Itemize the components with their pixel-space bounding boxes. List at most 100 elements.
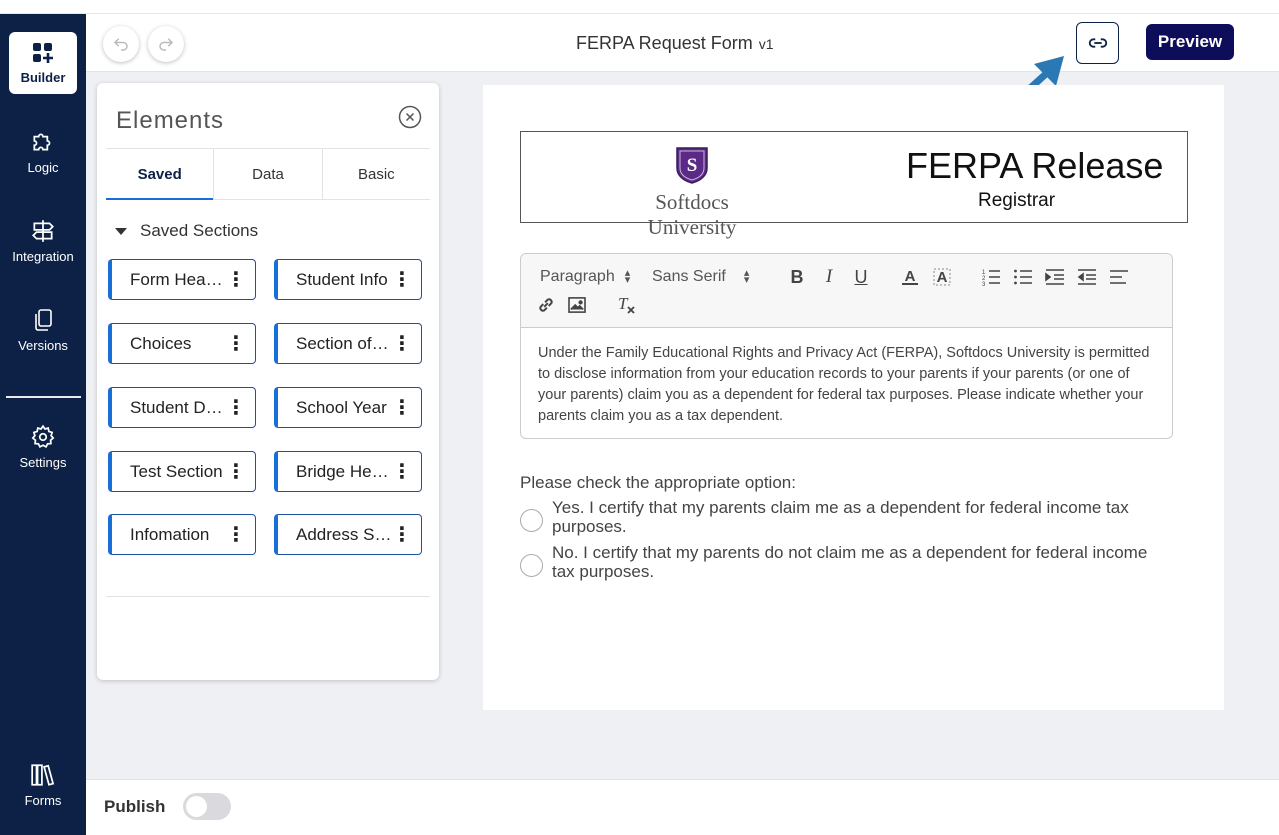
link-icon <box>1088 38 1107 48</box>
rich-text-editor[interactable]: Paragraph ▴ ▾ Sans Serif ▴ ▾ B I U A A 123 <box>520 253 1173 439</box>
chip-label: Infomation <box>130 524 210 544</box>
kebab-menu-icon[interactable]: ⋮ <box>392 398 412 418</box>
close-panel-button[interactable] <box>398 105 422 134</box>
indent-icon <box>1045 269 1064 285</box>
bullet-list-button[interactable] <box>1012 266 1034 288</box>
kebab-menu-icon[interactable]: ⋮ <box>226 398 246 418</box>
insert-image-button[interactable] <box>566 294 588 316</box>
kebab-menu-icon[interactable]: ⋮ <box>226 270 246 290</box>
editor-toolbar: Paragraph ▴ ▾ Sans Serif ▴ ▾ B I U A A 123 <box>521 254 1172 328</box>
sidebar-item-integration[interactable]: Integration <box>9 210 77 272</box>
kebab-menu-icon[interactable]: ⋮ <box>392 270 412 290</box>
kebab-menu-icon[interactable]: ⋮ <box>226 462 246 482</box>
radio-option-no[interactable]: No. I certify that my parents do not cla… <box>520 543 1152 581</box>
saved-section-chip[interactable]: Test Section ⋮ <box>108 451 256 492</box>
saved-section-chip[interactable]: Infomation ⋮ <box>108 514 256 555</box>
sidebar-item-versions[interactable]: Versions <box>9 299 77 361</box>
svg-text:T: T <box>618 295 629 313</box>
svg-text:S: S <box>687 155 698 176</box>
font-color-button[interactable]: A <box>899 266 921 288</box>
form-title-text: FERPA Request Form <box>576 33 753 53</box>
insert-link-button[interactable] <box>535 294 557 316</box>
tab-data[interactable]: Data <box>213 149 321 199</box>
undo-button[interactable] <box>103 26 139 62</box>
indent-button[interactable] <box>1044 266 1066 288</box>
kebab-menu-icon[interactable]: ⋮ <box>392 334 412 354</box>
kebab-menu-icon[interactable]: ⋮ <box>226 334 246 354</box>
publish-label: Publish <box>104 797 166 816</box>
background-color-button[interactable]: A <box>931 266 953 288</box>
bold-button[interactable]: B <box>786 266 808 288</box>
sort-caret-icon: ▴ ▾ <box>624 267 631 286</box>
saved-sections-label: Saved Sections <box>140 221 259 240</box>
copy-link-button[interactable] <box>1076 22 1119 64</box>
sidebar-item-label: Forms <box>24 793 62 808</box>
signpost-icon <box>32 220 54 242</box>
sidebar-item-label: Logic <box>27 160 59 175</box>
saved-section-chip[interactable]: Student Details⋮ <box>108 387 256 428</box>
publish-toggle[interactable] <box>183 793 231 820</box>
sidebar-item-builder[interactable]: Builder <box>9 32 77 94</box>
sidebar-item-logic[interactable]: Logic <box>9 121 77 183</box>
outdent-button[interactable] <box>1076 266 1098 288</box>
saved-section-chip[interactable]: School Year ⋮ <box>274 387 422 428</box>
svg-text:3: 3 <box>982 282 986 287</box>
toggle-knob <box>186 796 207 817</box>
select-value: Sans Serif <box>652 268 726 285</box>
form-subheading: Registrar <box>978 190 1056 211</box>
svg-text:A: A <box>905 268 916 285</box>
italic-button[interactable]: I <box>818 266 840 288</box>
preview-button[interactable]: Preview <box>1146 24 1234 60</box>
university-logo: S Softdocs University <box>611 146 773 240</box>
editor-body-text[interactable]: Under the Family Educational Rights and … <box>538 343 1158 427</box>
kebab-menu-icon[interactable]: ⋮ <box>226 525 246 545</box>
top-strip <box>0 0 1279 14</box>
kebab-menu-icon[interactable]: ⋮ <box>392 462 412 482</box>
align-left-icon <box>1110 270 1128 284</box>
radio-option-label: No. I certify that my parents do not cla… <box>552 543 1148 581</box>
saved-section-chip[interactable]: Address Section⋮ <box>274 514 422 555</box>
tab-basic[interactable]: Basic <box>321 149 430 199</box>
saved-sections-toggle[interactable]: Saved Sections <box>115 221 258 241</box>
chip-label: Form Header <box>130 269 226 289</box>
kebab-menu-icon[interactable]: ⋮ <box>392 525 412 545</box>
tab-saved[interactable]: Saved <box>106 149 214 200</box>
panel-tabs: Saved Data Basic <box>106 148 430 200</box>
form-canvas: S Softdocs University FERPA Release Regi… <box>483 85 1224 710</box>
saved-section-chip[interactable]: Form Header ⋮ <box>108 259 256 300</box>
align-button[interactable] <box>1108 266 1130 288</box>
sidebar-divider <box>6 396 81 398</box>
radio-option-label: Yes. I certify that my parents claim me … <box>552 498 1129 536</box>
saved-section-chip[interactable]: Student Info ⋮ <box>274 259 422 300</box>
chip-label: Student Details <box>130 397 226 417</box>
chip-label: Bridge Header <box>296 461 392 481</box>
font-family-select[interactable]: Sans Serif ▴ ▾ <box>652 268 749 286</box>
sidebar-item-settings[interactable]: Settings <box>9 416 77 478</box>
underline-button[interactable]: U <box>850 266 872 288</box>
sidebar-item-forms[interactable]: Forms <box>9 754 77 816</box>
paragraph-format-select[interactable]: Paragraph ▴ ▾ <box>540 268 630 286</box>
radio-button[interactable] <box>520 554 543 577</box>
redo-icon <box>159 38 174 51</box>
caret-down-icon <box>115 227 127 235</box>
saved-section-chip[interactable]: Section of Form⋮ <box>274 323 422 364</box>
saved-section-chip[interactable]: Choices ⋮ <box>108 323 256 364</box>
chip-label: Choices <box>130 333 192 353</box>
redo-button[interactable] <box>148 26 184 62</box>
form-header-section[interactable]: S Softdocs University FERPA Release Regi… <box>520 131 1188 239</box>
saved-section-chip[interactable]: Bridge Header⋮ <box>274 451 422 492</box>
footer-bar: Publish <box>86 779 1279 835</box>
sidebar: Builder Logic Integration Versions Setti… <box>0 14 86 835</box>
panel-title: Elements <box>116 107 225 134</box>
undo-icon <box>113 38 128 51</box>
radio-button[interactable] <box>520 509 543 532</box>
chip-label: School Year <box>296 397 387 417</box>
copy-icon <box>35 309 52 331</box>
ordered-list-button[interactable]: 123 <box>980 266 1002 288</box>
radio-option-yes[interactable]: Yes. I certify that my parents claim me … <box>520 498 1152 536</box>
clear-format-button[interactable]: T <box>616 294 638 316</box>
sidebar-item-label: Integration <box>12 249 74 264</box>
close-icon <box>398 105 422 129</box>
gear-icon <box>31 424 55 449</box>
elements-panel: Elements Saved Data Basic Saved Sections… <box>97 83 439 680</box>
